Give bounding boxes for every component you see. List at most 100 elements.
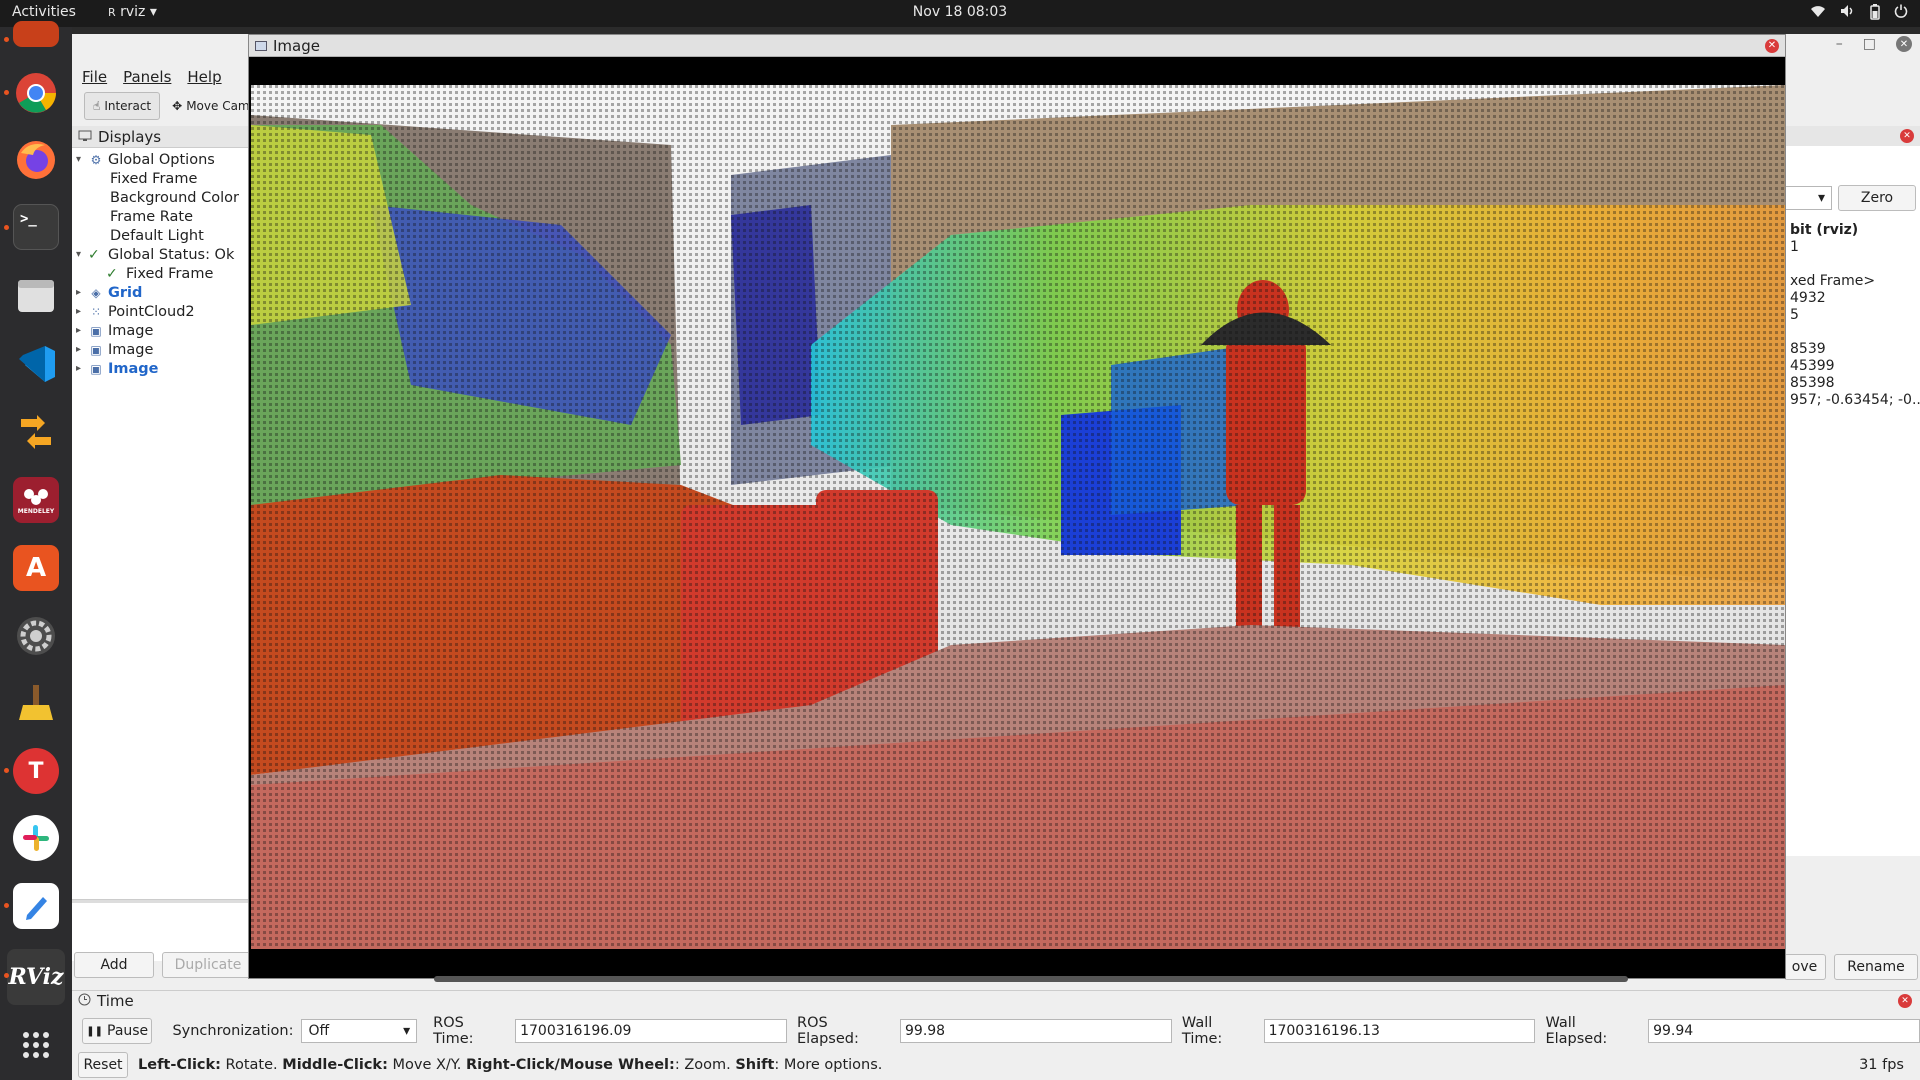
wall-elapsed-field[interactable]: 99.94 — [1648, 1019, 1920, 1043]
time-header: Time ✕ — [72, 991, 1920, 1011]
view-property-text: bit (rviz) — [1790, 222, 1859, 238]
displays-buttons: Add Duplicate — [74, 952, 254, 978]
sync-label: Synchronization: — [172, 1023, 294, 1039]
gear-icon: ⚙ — [90, 152, 102, 167]
remove-button[interactable]: ove — [1784, 954, 1826, 980]
pointcloud-icon: ⁙ — [90, 304, 102, 319]
ros-time-field[interactable]: 1700316196.09 — [515, 1019, 788, 1043]
displays-title: Displays — [98, 127, 162, 146]
monitor-icon — [78, 128, 92, 146]
display-tree-item[interactable]: ▸ ⁙ PointCloud2 — [72, 302, 249, 321]
mendeley-icon[interactable]: MENDELEY — [13, 477, 59, 523]
display-tree-item[interactable]: ▸ ▣ Image — [72, 321, 249, 340]
interact-tool-button[interactable]: ☝ Interact — [84, 92, 161, 120]
close-icon[interactable]: ✕ — [1898, 994, 1912, 1008]
close-icon[interactable]: ✕ — [1900, 129, 1914, 143]
display-tree-item[interactable]: ▸ ▣ Image — [72, 359, 249, 378]
display-tree-label: Background Color — [110, 189, 239, 206]
horizontal-scrollbar[interactable] — [434, 976, 1628, 982]
app-menu[interactable]: R rviz ▾ — [108, 4, 157, 20]
expand-arrow-icon[interactable]: ▾ — [76, 154, 88, 165]
wall-time-label: Wall Time: — [1181, 1015, 1223, 1047]
view-property-text: 85398 — [1790, 375, 1835, 391]
panel-divider[interactable] — [72, 899, 250, 903]
hint-shift: Shift — [735, 1057, 775, 1073]
settings-icon[interactable] — [13, 613, 59, 659]
close-icon[interactable]: ✕ — [1765, 39, 1779, 53]
vscode-icon[interactable] — [13, 341, 59, 387]
view-property-text: xed Frame> — [1790, 273, 1876, 289]
bleachbit-icon[interactable] — [13, 680, 59, 726]
display-tree-item[interactable]: Frame Rate — [72, 207, 249, 226]
menu-panels[interactable]: Panels — [123, 68, 171, 86]
ubuntu-software-icon[interactable] — [13, 21, 59, 47]
hint-left-click-desc: Rotate. — [220, 1057, 283, 1073]
status-hint: Left-Click: Rotate. Middle-Click: Move X… — [138, 1057, 882, 1073]
add-button[interactable]: Add — [74, 952, 154, 978]
display-tree-item[interactable]: ✓ Fixed Frame — [72, 264, 249, 283]
yed-icon[interactable] — [13, 409, 59, 455]
collapse-arrow-icon[interactable]: ▸ — [76, 325, 88, 336]
wall-time-field[interactable]: 1700316196.13 — [1263, 1019, 1536, 1043]
chrome-icon[interactable] — [13, 70, 59, 116]
expand-arrow-icon[interactable]: ▾ — [76, 249, 88, 260]
display-tree-item[interactable]: Default Light — [72, 226, 249, 245]
terminal-icon[interactable]: >_ — [13, 204, 59, 250]
display-tree-item[interactable]: ▸ ▣ Image — [72, 340, 249, 359]
hint-right-click-desc: : Zoom. — [674, 1057, 736, 1073]
view-type-select[interactable]: ▾ — [1784, 186, 1832, 210]
hint-middle-click-desc: Move X/Y. — [387, 1057, 466, 1073]
slack-icon[interactable] — [13, 815, 59, 861]
move-camera-tool-button[interactable]: ✥ Move Cam — [164, 92, 257, 120]
wifi-icon — [1810, 4, 1826, 24]
display-tree-label: Global Options — [108, 151, 215, 168]
maximize-button[interactable]: □ — [1863, 36, 1876, 52]
view-property-text: 8539 — [1790, 341, 1826, 357]
hint-right-click: Right-Click/Mouse Wheel: — [465, 1057, 675, 1073]
system-tray[interactable] — [1810, 4, 1908, 24]
app-center-icon[interactable]: A — [13, 545, 59, 591]
close-button[interactable]: ✕ — [1896, 36, 1912, 52]
view-property-text: 45399 — [1790, 358, 1835, 374]
time-row: ❚❚ Pause Synchronization: Off ▾ ROS Time… — [82, 1015, 1920, 1047]
display-tree-item[interactable]: Background Color — [72, 188, 249, 207]
display-tree-item[interactable]: ▾ ✓ Global Status: Ok — [72, 245, 249, 264]
menu-file[interactable]: File — [82, 68, 107, 86]
chevron-down-icon: ▾ — [403, 1023, 411, 1039]
image-window[interactable]: Image ✕ — [248, 34, 1786, 979]
rviz-icon[interactable]: RViz — [7, 949, 65, 1005]
text-editor-icon[interactable] — [13, 883, 59, 929]
clock-icon — [78, 992, 91, 1010]
collapse-arrow-icon[interactable]: ▸ — [76, 363, 88, 374]
image-window-titlebar[interactable]: Image ✕ — [249, 35, 1785, 57]
rename-button[interactable]: Rename — [1834, 954, 1918, 980]
pause-button[interactable]: ❚❚ Pause — [82, 1018, 153, 1044]
todesk-icon[interactable]: T — [13, 748, 59, 794]
display-tree-label: Image — [108, 341, 154, 358]
collapse-arrow-icon[interactable]: ▸ — [76, 306, 88, 317]
reset-button[interactable]: Reset — [78, 1052, 128, 1078]
display-tree-item[interactable]: ▾ ⚙ Global Options — [72, 150, 249, 169]
mendeley-label: MENDELEY — [17, 507, 55, 515]
show-apps-icon[interactable] — [13, 1022, 59, 1068]
menu-help[interactable]: Help — [187, 68, 221, 86]
display-tree-label: Image — [108, 322, 154, 339]
firefox-icon[interactable] — [13, 137, 59, 183]
sync-select[interactable]: Off ▾ — [301, 1019, 418, 1043]
display-tree-item[interactable]: ▸ ◈ Grid — [72, 283, 249, 302]
files-icon[interactable] — [13, 272, 59, 318]
activities-button[interactable]: Activities — [12, 4, 76, 20]
duplicate-button[interactable]: Duplicate — [162, 952, 254, 978]
minimize-button[interactable]: – — [1836, 36, 1843, 52]
rviz-small-icon: R — [108, 6, 116, 19]
displays-header: Displays — [72, 126, 249, 148]
zero-button[interactable]: Zero — [1838, 185, 1916, 211]
view-property-text: 1 — [1790, 239, 1799, 255]
collapse-arrow-icon[interactable]: ▸ — [76, 287, 88, 298]
collapse-arrow-icon[interactable]: ▸ — [76, 344, 88, 355]
ros-time-label: ROS Time: — [433, 1015, 474, 1047]
display-tree-item[interactable]: Fixed Frame — [72, 169, 249, 188]
fps-readout: 31 fps — [1859, 1057, 1904, 1073]
ros-elapsed-field[interactable]: 99.98 — [900, 1019, 1172, 1043]
clock[interactable]: Nov 18 08:03 — [0, 4, 1920, 20]
